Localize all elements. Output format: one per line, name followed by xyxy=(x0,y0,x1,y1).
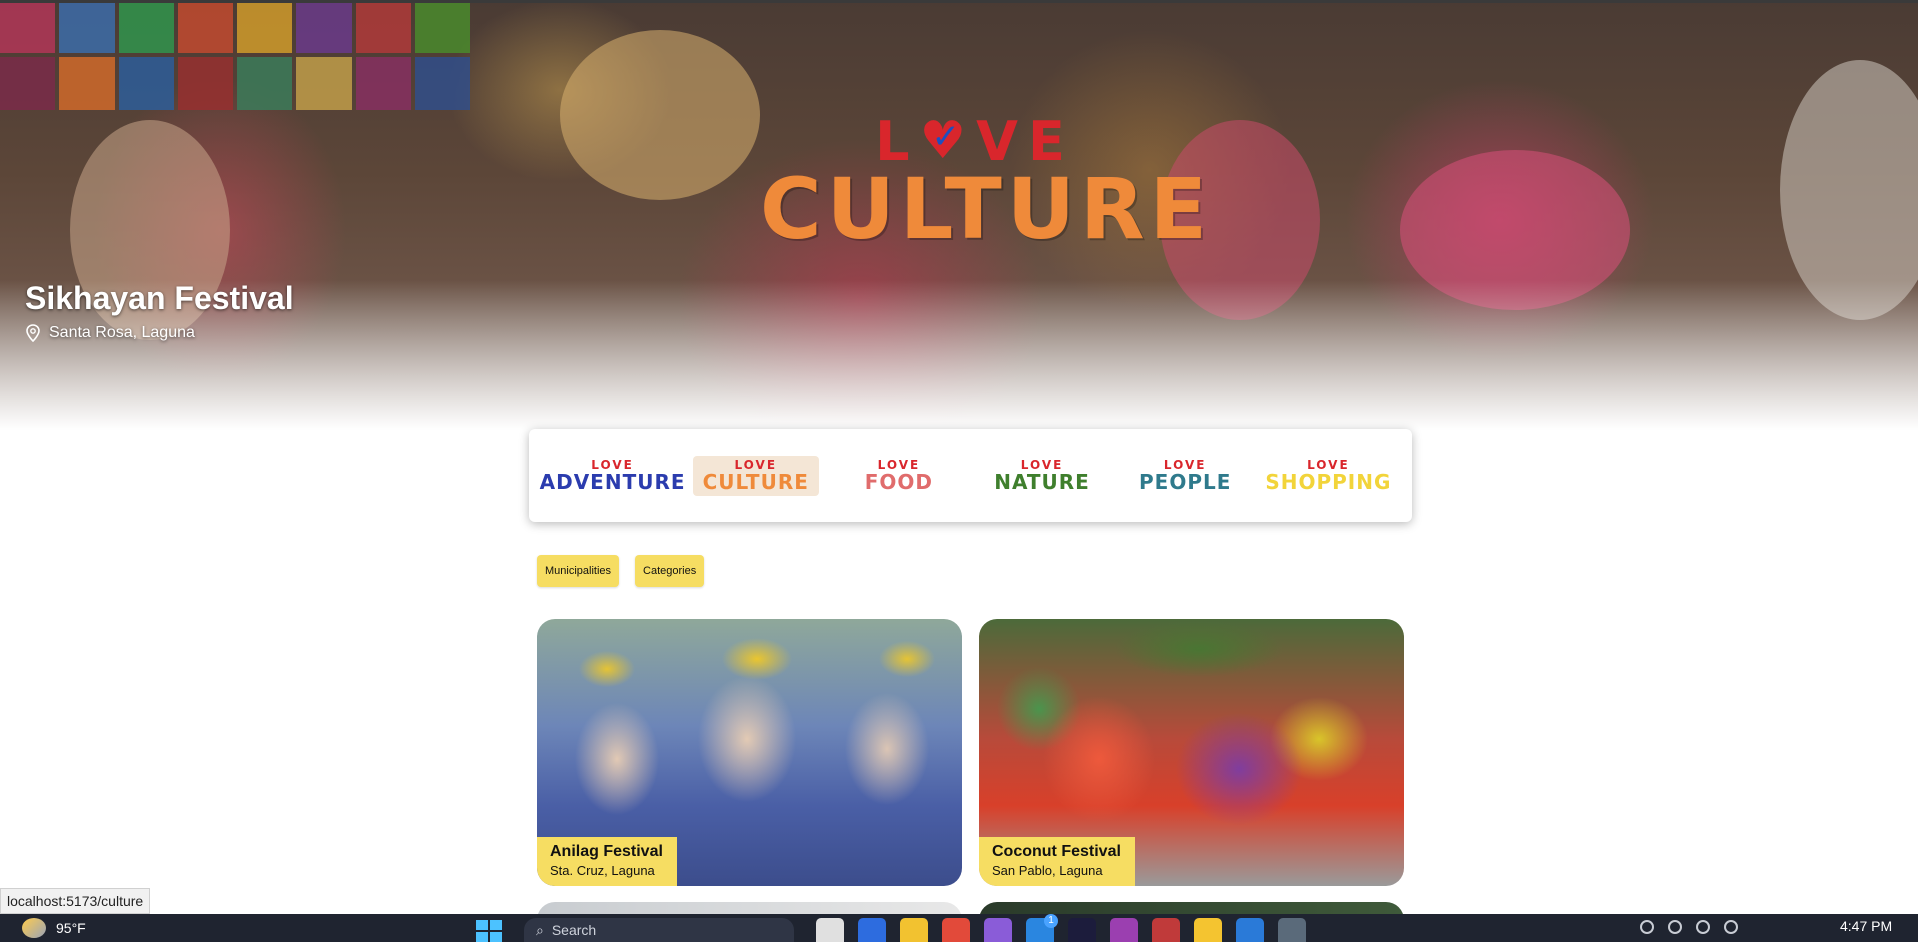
weather-widget[interactable]: 95°F xyxy=(22,918,86,938)
category-nav: LOVE ADVENTURE LOVE CULTURE LOVE FOOD LO… xyxy=(529,429,1412,522)
messenger-icon[interactable]: 1 xyxy=(1026,914,1058,942)
categories-filter-button[interactable]: Categories xyxy=(635,555,705,587)
category-culture[interactable]: LOVE CULTURE xyxy=(692,455,819,496)
card-title: Anilag Festival xyxy=(550,843,663,860)
category-label: PEOPLE xyxy=(1139,469,1232,494)
category-adventure[interactable]: LOVE ADVENTURE xyxy=(540,456,685,496)
category-label: FOOD xyxy=(864,469,934,494)
app-icon[interactable] xyxy=(1278,918,1306,942)
os-taskbar: 95°F ⌕ Search 1 4:47 PM xyxy=(0,914,1918,942)
municipalities-filter-button[interactable]: Municipalities xyxy=(537,555,620,587)
category-label: ADVENTURE xyxy=(539,469,686,494)
hero-logo-culture: CULTURE xyxy=(760,160,1213,258)
search-icon: ⌕ xyxy=(536,921,544,938)
network-icon[interactable] xyxy=(1668,920,1682,934)
category-love-label: LOVE xyxy=(734,457,778,472)
category-nature[interactable]: LOVE NATURE xyxy=(979,456,1105,496)
category-love-label: LOVE xyxy=(1163,457,1207,472)
festival-card-anilag[interactable]: Anilag Festival Sta. Cruz, Laguna xyxy=(537,619,962,886)
system-tray xyxy=(1640,920,1738,934)
app-icon[interactable] xyxy=(1152,918,1180,942)
app-icon[interactable] xyxy=(984,918,1012,942)
hero-location: Santa Rosa, Laguna xyxy=(25,324,195,342)
card-label: Anilag Festival Sta. Cruz, Laguna xyxy=(537,837,677,886)
taskbar-search-placeholder: Search xyxy=(551,922,597,938)
hero-title: Sikhayan Festival xyxy=(25,280,294,316)
app-icon[interactable] xyxy=(1194,918,1222,942)
card-title: Coconut Festival xyxy=(992,843,1121,860)
category-love-label: LOVE xyxy=(1020,457,1064,472)
task-view-icon[interactable] xyxy=(816,918,844,942)
filter-bar: Municipalities Categories xyxy=(537,555,705,587)
category-food[interactable]: LOVE FOOD xyxy=(836,456,962,496)
volume-icon[interactable] xyxy=(1696,920,1710,934)
taskbar-clock[interactable]: 4:47 PM xyxy=(1840,918,1892,934)
card-location: San Pablo, Laguna xyxy=(992,863,1103,878)
battery-icon[interactable] xyxy=(1724,920,1738,934)
festival-card-coconut[interactable]: Coconut Festival San Pablo, Laguna xyxy=(979,619,1404,886)
notification-badge: 1 xyxy=(1044,914,1058,928)
category-shopping[interactable]: LOVE SHOPPING xyxy=(1265,456,1391,496)
category-label: SHOPPING xyxy=(1265,469,1392,494)
weather-temperature: 95°F xyxy=(56,920,86,936)
vscode-icon[interactable] xyxy=(1236,918,1264,942)
taskbar-search[interactable]: ⌕ Search xyxy=(524,918,794,942)
category-label: NATURE xyxy=(994,469,1090,494)
location-pin-icon xyxy=(26,324,40,342)
status-url-tooltip: localhost:5173/culture xyxy=(0,888,151,914)
hero-banner: L ♥ ✓ VE CULTURE Sikhayan Festival Santa … xyxy=(0,0,1918,430)
app-icon[interactable] xyxy=(1110,918,1138,942)
card-label: Coconut Festival San Pablo, Laguna xyxy=(979,837,1135,886)
app-icon[interactable] xyxy=(1068,918,1096,942)
category-love-label: LOVE xyxy=(591,457,634,472)
category-label: CULTURE xyxy=(702,469,809,494)
category-love-label: LOVE xyxy=(877,457,921,472)
chrome-icon[interactable] xyxy=(942,918,970,942)
category-people[interactable]: LOVE PEOPLE xyxy=(1122,456,1248,496)
hero-backdrop-mosaic xyxy=(0,0,470,110)
category-love-label: LOVE xyxy=(1307,457,1350,472)
file-explorer-icon[interactable] xyxy=(900,918,928,942)
start-button[interactable] xyxy=(476,920,502,942)
chevron-up-icon[interactable] xyxy=(1640,920,1654,934)
weather-icon xyxy=(22,918,46,938)
taskbar-apps: 1 xyxy=(816,914,1306,942)
card-location: Sta. Cruz, Laguna xyxy=(550,863,655,878)
app-icon[interactable] xyxy=(858,918,886,942)
hero-location-text: Santa Rosa, Laguna xyxy=(49,324,195,341)
